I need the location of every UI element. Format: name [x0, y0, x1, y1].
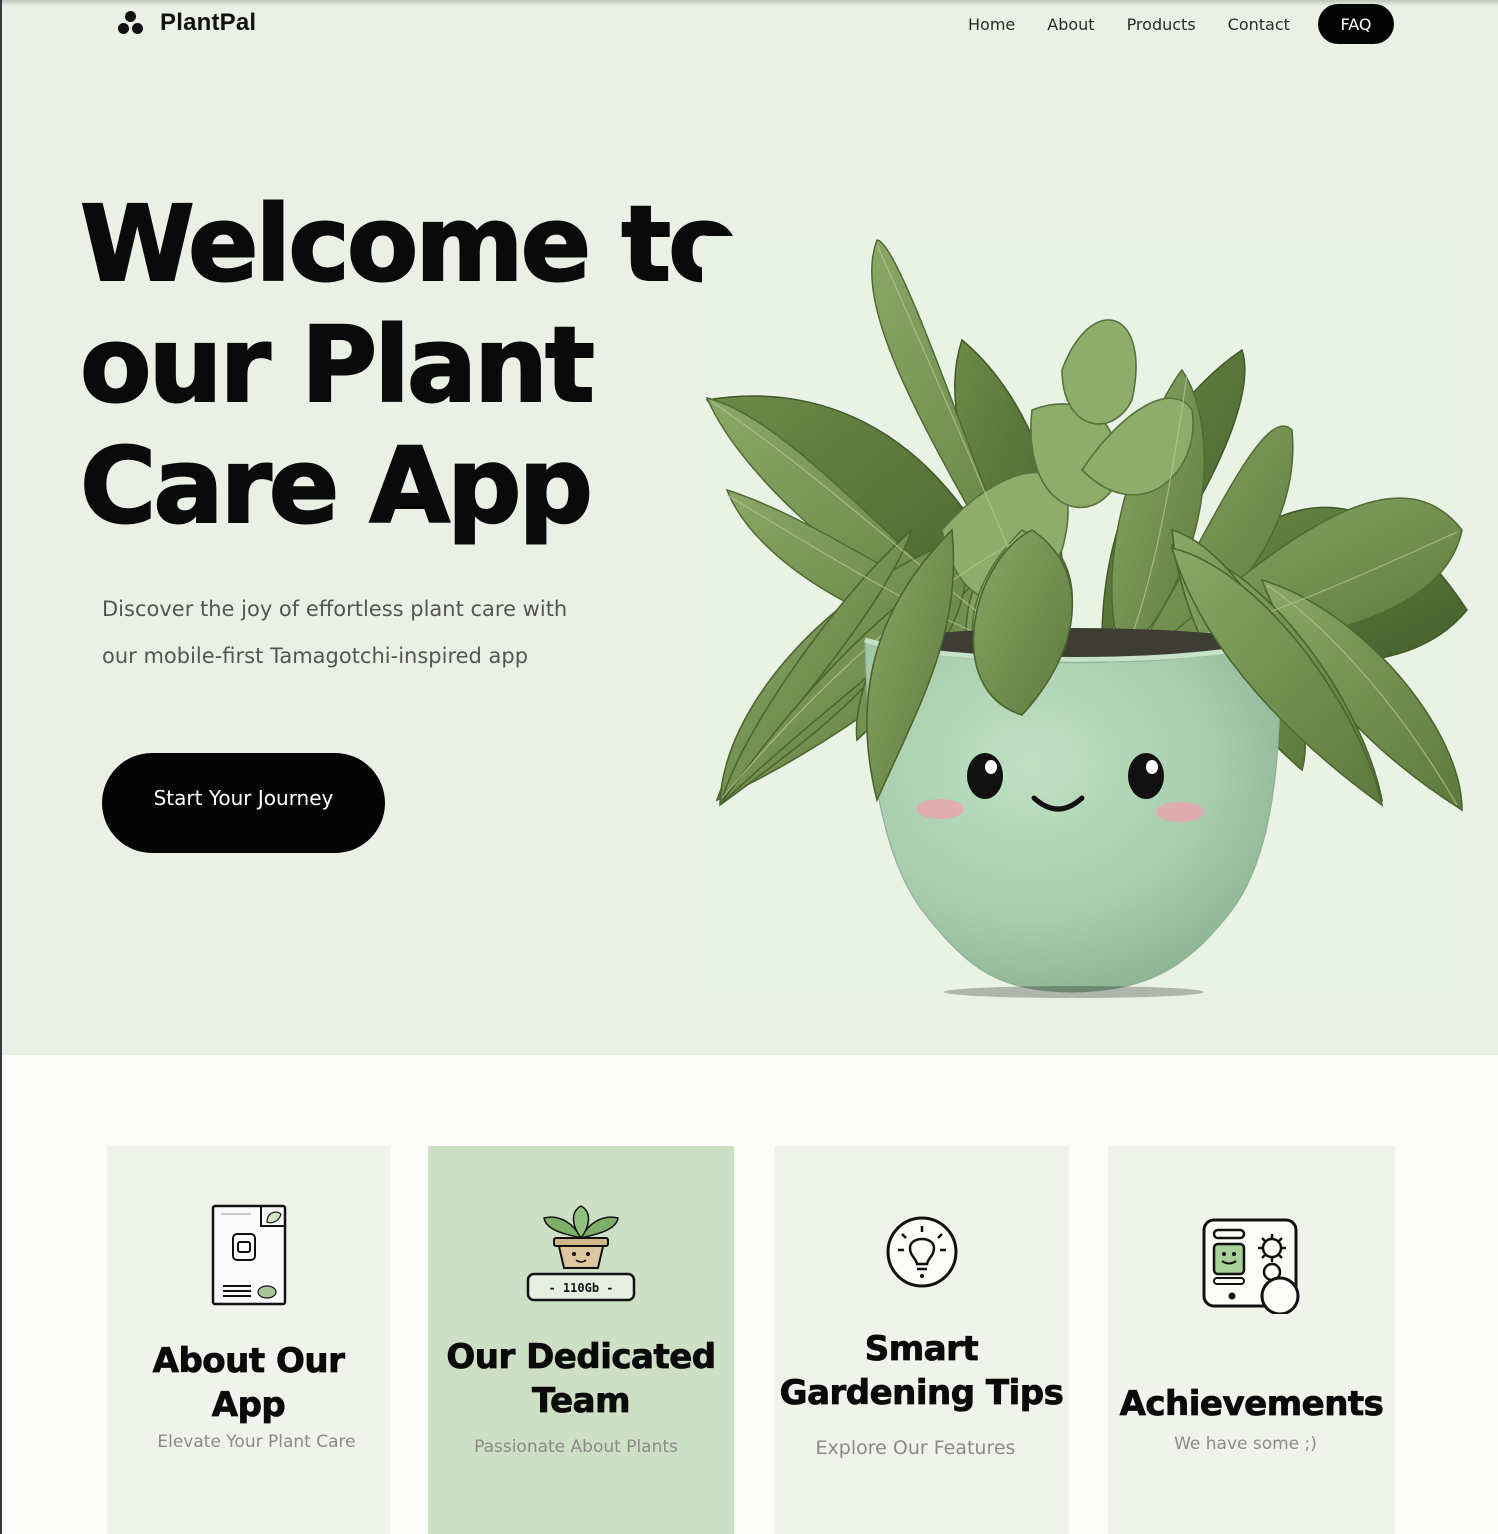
start-journey-button[interactable]: Start Your Journey	[102, 753, 385, 853]
card-subtitle-team: Passionate About Plants	[474, 1437, 678, 1457]
card-subtitle-achievements: We have some ;)	[1174, 1434, 1317, 1454]
feature-card-team[interactable]: - 110Gb - Our Dedicated Team Passionate …	[428, 1146, 734, 1534]
features-section: About Our App Elevate Your Plant Care - …	[2, 1055, 1498, 1534]
tablet-trophy-icon	[1202, 1218, 1300, 1314]
card-subtitle-about-app: Elevate Your Plant Care	[157, 1432, 356, 1452]
card-title-line: Our Dedicated	[446, 1337, 717, 1378]
card-title-line: Gardening Tips	[779, 1373, 1064, 1414]
card-title-line: Smart	[864, 1329, 979, 1370]
hero-title-line-1: Welcome to	[79, 183, 741, 306]
brand-logo-link[interactable]: PlantPal	[116, 8, 256, 38]
three-dots-logo-icon	[116, 8, 146, 38]
feature-card-gardening-tips[interactable]: Smart Gardening Tips Explore Our Feature…	[774, 1146, 1069, 1534]
feature-card-about-app[interactable]: About Our App Elevate Your Plant Care	[107, 1146, 390, 1534]
nav-link-home[interactable]: Home	[968, 13, 1015, 37]
hero-subtitle-line-1: Discover the joy of effortless plant car…	[102, 597, 568, 621]
card-title-line: App	[211, 1385, 286, 1426]
card-title-team: Our Dedicated Team	[428, 1335, 734, 1423]
hero-title-line-2: our Plant	[79, 304, 596, 427]
card-title-line: Team	[531, 1381, 631, 1422]
hero-subtitle: Discover the joy of effortless plant car…	[102, 586, 622, 680]
svg-text:- 110Gb -: - 110Gb -	[548, 1281, 613, 1295]
hero-title: Welcome to our Plant Care App	[79, 183, 760, 548]
card-title-achievements: Achievements	[1119, 1384, 1384, 1425]
hero-section: PlantPal Home About Products Contact FAQ…	[2, 0, 1498, 1055]
feature-card-achievements[interactable]: Achievements We have some ;)	[1108, 1146, 1395, 1534]
hero-title-line-3: Care App	[79, 425, 594, 548]
nav-link-contact[interactable]: Contact	[1228, 13, 1290, 37]
potted-plant-icon: - 110Gb -	[526, 1205, 636, 1302]
hero-subtitle-line-2: our mobile-first Tamagotchi-inspired app	[102, 644, 529, 668]
faq-button[interactable]: FAQ	[1318, 4, 1394, 44]
pot-shadow	[944, 986, 1204, 998]
card-subtitle-gardening-tips: Explore Our Features	[815, 1437, 1016, 1459]
card-title-line: About Our	[152, 1341, 345, 1382]
smiling-plant-pot-illustration	[705, 239, 1468, 998]
lightbulb-icon	[886, 1216, 958, 1288]
nav-links: Home About Products Contact	[968, 13, 1322, 37]
navbar: PlantPal Home About Products Contact FAQ	[2, 0, 1498, 50]
brand-name: PlantPal	[160, 9, 257, 36]
card-title-about-app: About Our App	[107, 1339, 390, 1427]
nav-link-products[interactable]: Products	[1127, 13, 1196, 37]
nav-link-about[interactable]: About	[1047, 13, 1094, 37]
card-title-gardening-tips: Smart Gardening Tips	[774, 1327, 1069, 1415]
phone-app-icon	[211, 1204, 287, 1306]
